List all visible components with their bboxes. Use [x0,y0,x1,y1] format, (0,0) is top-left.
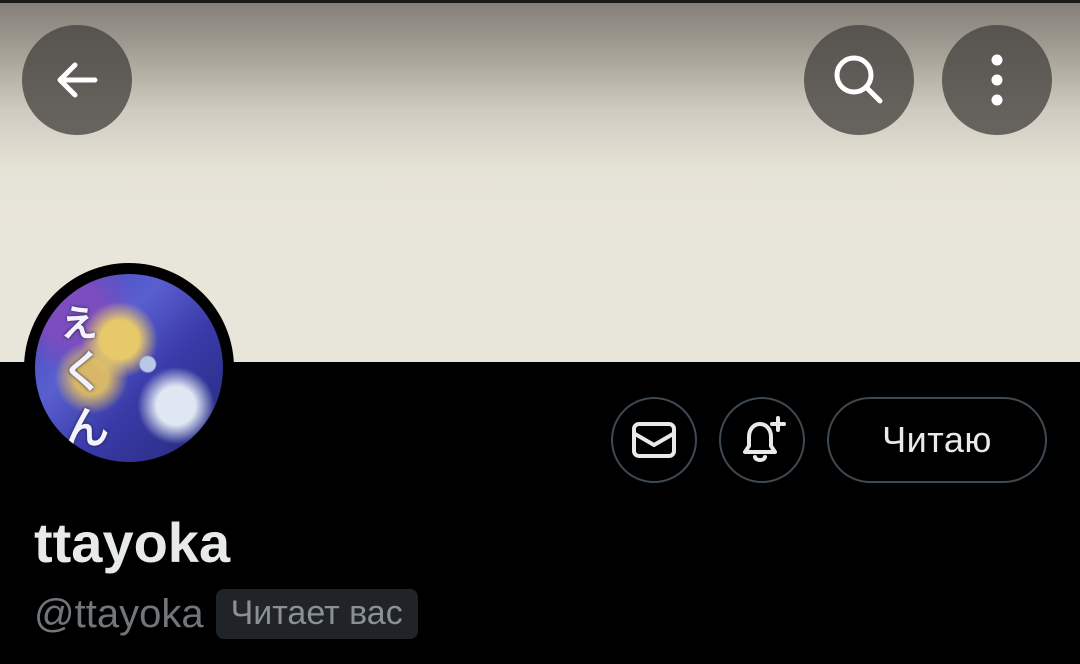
avatar-glyph: く [61,347,105,398]
avatar-image: ぇ く ん [35,274,223,462]
handle-row: @ttayoka Читает вас [34,586,418,642]
arrow-left-icon [57,62,98,98]
search-icon [834,55,883,104]
avatar-glyph: ん [65,403,109,454]
notifications-button[interactable] [719,397,805,483]
message-button[interactable] [611,397,697,483]
display-name: ttayoka [34,511,231,574]
avatar[interactable]: ぇ く ん [24,263,234,473]
bell-plus-icon [743,416,786,462]
more-vertical-icon [991,54,1003,106]
mail-icon [632,422,676,458]
more-options-button[interactable] [942,25,1052,135]
following-button[interactable]: Читаю [827,397,1047,483]
back-button[interactable] [22,25,132,135]
search-button[interactable] [804,25,914,135]
follows-you-badge: Читает вас [215,589,418,639]
user-handle: @ttayoka [34,592,204,636]
